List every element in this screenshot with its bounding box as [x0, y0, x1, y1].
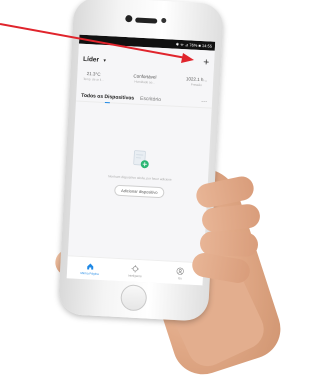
tab-office[interactable]: Escritório — [140, 96, 161, 103]
chevron-down-icon: ▾ — [103, 58, 106, 64]
empty-message: Nenhum dispositivo ainda, por favor adic… — [72, 172, 208, 183]
bottom-navigation: Minha Página Inteligente Eu — [67, 255, 204, 285]
nav-item-home[interactable]: Minha Página — [70, 261, 111, 276]
empty-state: Nenhum dispositivo ainda, por favor adic… — [71, 146, 209, 201]
sensor-icon — [161, 18, 166, 23]
empty-device-icon — [131, 150, 150, 171]
nav-label: Inteligente — [115, 272, 155, 278]
add-device-cta-button[interactable]: Adicionar dispositivo — [114, 185, 165, 199]
hand-finger — [201, 203, 261, 233]
weather-value: 21.3°C — [83, 71, 104, 77]
app-screen: ✱ ᯤ ⊿ 76% ■ 14:55 Líder ▾ + 21.3°C Temp.… — [67, 35, 216, 286]
nav-item-smart[interactable]: Inteligente — [115, 263, 156, 278]
earpiece-speaker — [135, 18, 157, 24]
home-button[interactable] — [120, 284, 147, 311]
status-bar-text: ✱ ᯤ ⊿ 76% ■ 14:55 — [176, 41, 213, 49]
weather-label: Humidade ao... — [133, 79, 156, 84]
weather-humidity: Confortável Humidade ao... — [133, 73, 157, 84]
home-name: Líder — [83, 56, 99, 64]
add-device-button[interactable]: + — [203, 58, 209, 68]
weather-temperature: 21.3°C Temp. de ar li... — [83, 71, 104, 82]
more-options-icon[interactable]: ··· — [201, 99, 207, 105]
nav-label: Minha Página — [70, 270, 110, 276]
weather-label: Pressão — [186, 82, 207, 87]
weather-label: Temp. de ar li... — [83, 77, 104, 82]
tab-all-devices[interactable]: Todos os Dispositivos — [81, 93, 134, 102]
nav-label: Eu — [160, 275, 200, 281]
front-camera-icon — [125, 15, 132, 22]
weather-value: 1022.1 h... — [186, 76, 208, 82]
home-selector[interactable]: Líder ▾ — [83, 48, 107, 67]
weather-pressure: 1022.1 h... Pressão — [186, 76, 208, 87]
